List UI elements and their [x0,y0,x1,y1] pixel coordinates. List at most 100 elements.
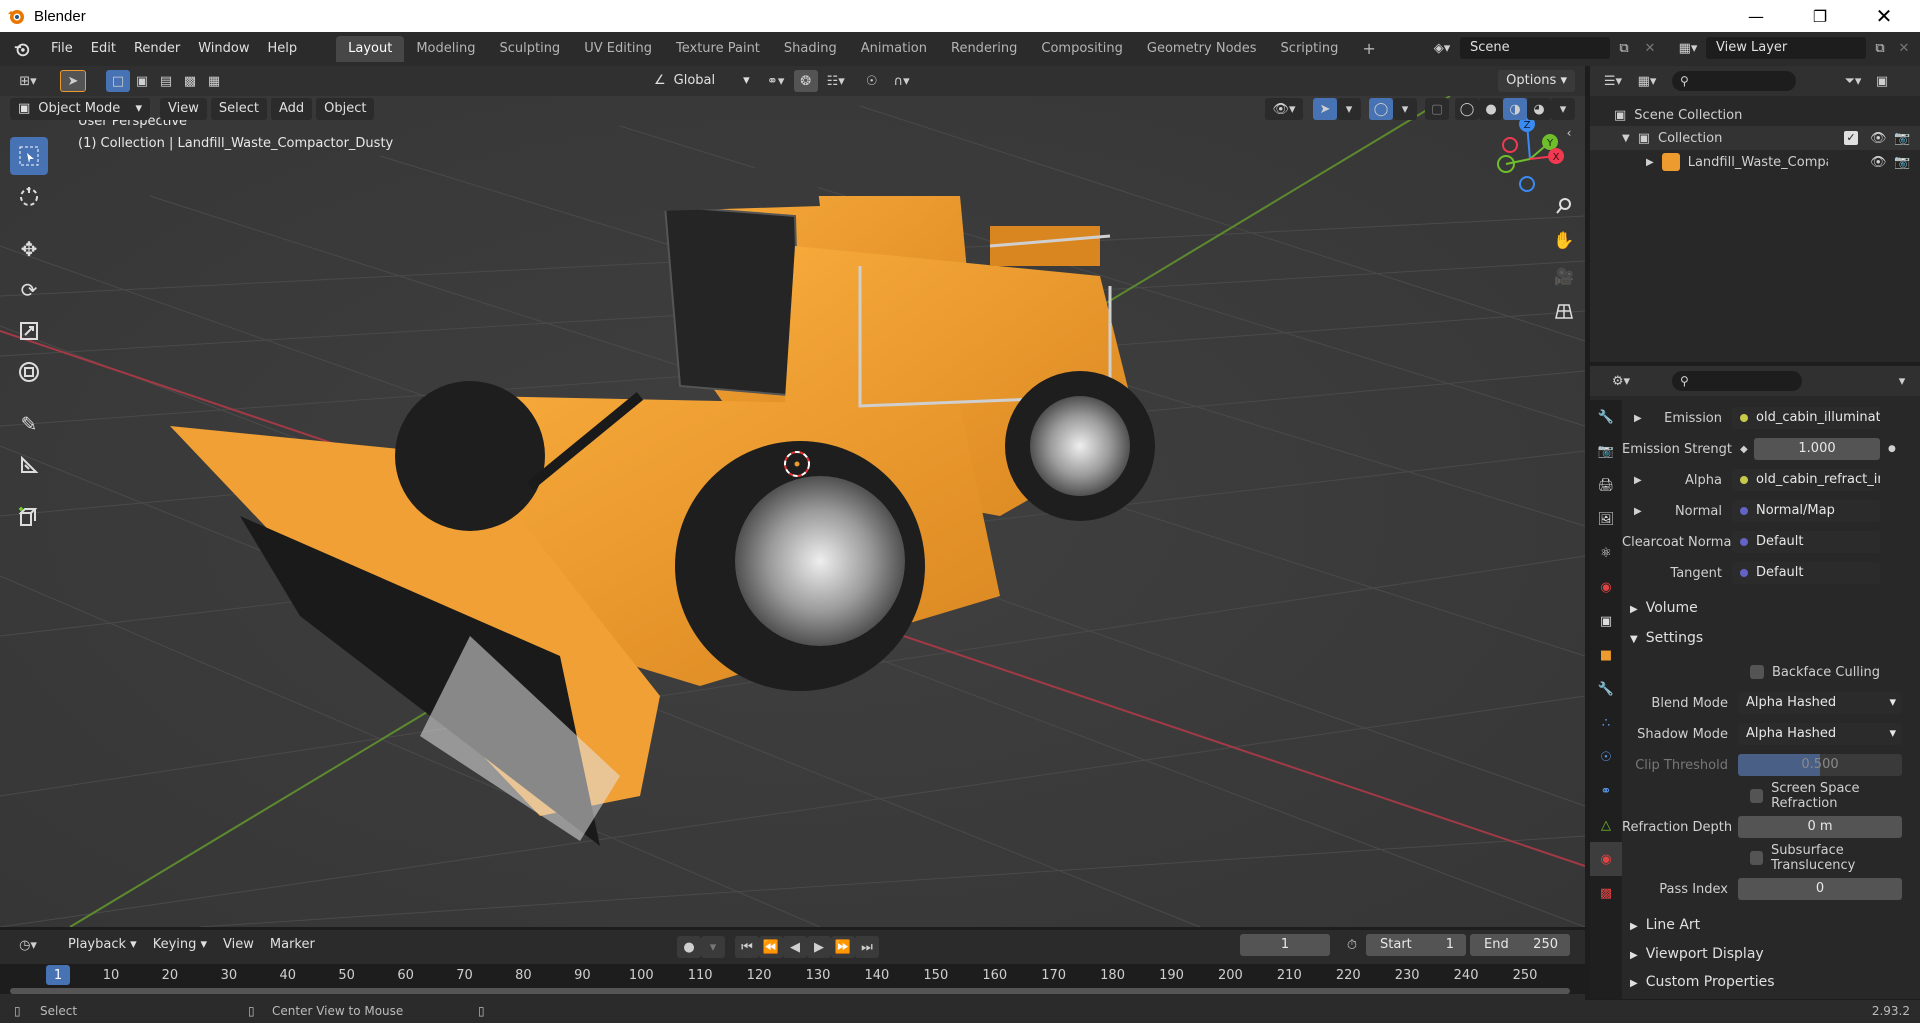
tab-layout[interactable]: Layout [336,36,405,62]
add-workspace-icon[interactable]: + [1350,36,1387,62]
blender-menu-icon[interactable] [12,40,32,58]
menu-window[interactable]: Window [189,37,258,61]
emission-strength-field[interactable]: 1.000 [1754,438,1880,460]
falloff-icon[interactable]: ∩▾ [884,70,920,92]
snap-target-icon[interactable]: ☷▾ [818,70,854,92]
scene-tab-icon[interactable]: ⚛ [1590,536,1622,570]
select-intersect-icon[interactable]: ▦ [202,70,226,92]
alpha-input-field[interactable]: old_cabin_refract_in... [1732,469,1880,491]
world-tab-icon[interactable]: ◉ [1590,570,1622,604]
properties-editor-type-icon[interactable]: ⚙▾ [1604,370,1638,392]
properties-options-icon[interactable]: ▾ [1890,370,1914,392]
refraction-depth-field[interactable]: 0 m [1738,816,1902,838]
outliner-scene-collection[interactable]: ▣ Scene Collection [1614,104,1742,126]
particles-tab-icon[interactable]: ∴ [1590,706,1622,740]
menu-help[interactable]: Help [259,37,307,61]
menu-render[interactable]: Render [125,37,189,61]
options-dropdown[interactable]: Options ▾ [1498,70,1575,92]
keyframe-diamond-icon[interactable]: ◆ [1740,444,1748,455]
tangent-field[interactable]: Default [1732,562,1880,584]
menu-object[interactable]: Object [316,98,375,120]
overlays-options-icon[interactable]: ▾ [1393,98,1417,120]
visibility-icon[interactable]: 👁▾ [1265,98,1303,120]
annotate-tool-icon[interactable]: ✎ [10,405,48,443]
pass-index-field[interactable]: 0 [1738,878,1902,900]
timeline-editor-type-icon[interactable]: ◷▾ [10,934,46,956]
render-camera-icon[interactable]: 📷 [1894,131,1910,146]
view-layer-field[interactable]: View Layer [1706,37,1866,59]
tab-modeling[interactable]: Modeling [404,36,487,62]
expand-arrow-icon[interactable]: ▼ [1622,133,1630,144]
outliner-collection-row[interactable]: ▼ ▣ Collection ✓ 👁 📷 [1590,126,1920,150]
tab-compositing[interactable]: Compositing [1029,36,1135,62]
menu-select[interactable]: Select [210,98,267,120]
solid-shading-icon[interactable]: ● [1479,98,1503,120]
3d-viewport[interactable]: User Perspective (1) Collection | Landfi… [0,96,1585,927]
select-invert-icon[interactable]: ▩ [178,70,202,92]
tab-geometry-nodes[interactable]: Geometry Nodes [1135,36,1269,62]
scene-browse-icon[interactable]: ◈▾ [1424,37,1460,59]
gizmo-options-icon[interactable]: ▾ [1337,98,1361,120]
select-new-icon[interactable]: □ [106,70,130,92]
expand-arrow-icon[interactable]: ▶ [1634,506,1642,517]
section-settings[interactable]: ▼ Settings [1630,626,1703,650]
normal-input-field[interactable]: Normal/Map [1732,500,1880,522]
zoom-icon[interactable] [1549,191,1579,221]
shading-options-icon[interactable]: ▾ [1551,98,1575,120]
pivot-point-icon[interactable]: ⚭▾ [758,70,794,92]
collection-tab-icon[interactable]: ▣ [1590,604,1622,638]
backface-culling-row[interactable]: Backface Culling [1750,660,1920,684]
expand-arrow-icon[interactable]: ▶ [1634,413,1642,424]
animate-dot-icon[interactable]: ● [1888,444,1896,454]
tab-rendering[interactable]: Rendering [939,36,1029,62]
modifier-tab-icon[interactable]: 🔧 [1590,672,1622,706]
exclude-checkbox[interactable]: ✓ [1844,131,1858,145]
section-line-art[interactable]: ▶ Line Art [1630,913,1700,937]
perspective-toggle-icon[interactable] [1549,296,1579,326]
render-tab-icon[interactable]: 📷 [1590,434,1622,468]
rendered-shading-icon[interactable]: ◕ [1527,98,1551,120]
properties-search-input[interactable]: ⚲ [1672,371,1802,391]
tab-animation[interactable]: Animation [849,36,939,62]
subsurface-translucency-checkbox[interactable] [1750,851,1763,865]
play-reverse-icon[interactable]: ◀ [783,936,807,958]
screen-space-refraction-row[interactable]: Screen Space Refraction [1750,781,1920,811]
expand-arrow-icon[interactable]: ▶ [1634,475,1642,486]
eye-icon[interactable]: 👁 [1870,155,1887,170]
pan-hand-icon[interactable]: ✋ [1549,226,1579,256]
constraints-tab-icon[interactable]: ⚭ [1590,774,1622,808]
tab-shading[interactable]: Shading [772,36,849,62]
stopwatch-icon[interactable]: ⏱ [1340,934,1364,956]
display-mode-icon[interactable]: ▦▾ [1630,70,1664,92]
wireframe-shading-icon[interactable]: ◯ [1455,98,1479,120]
material-tab-icon[interactable]: ◉ [1590,842,1622,876]
menu-edit[interactable]: Edit [82,37,125,61]
collapse-sidebar-icon[interactable]: ‹ [1554,118,1584,148]
outliner-search-input[interactable]: ⚲ [1672,71,1796,91]
material-shading-icon[interactable]: ◑ [1503,98,1527,120]
xray-icon[interactable]: ▢ [1425,98,1449,120]
clip-threshold-slider[interactable]: 0.500 [1738,754,1902,776]
move-tool-icon[interactable]: ✥ [10,230,48,268]
backface-culling-checkbox[interactable] [1750,665,1764,679]
select-subtract-icon[interactable]: ▤ [154,70,178,92]
menu-timeline-view[interactable]: View [215,934,262,956]
clearcoat-normal-field[interactable]: Default [1732,531,1880,553]
menu-marker[interactable]: Marker [262,934,323,956]
section-viewport-display[interactable]: ▶ Viewport Display [1630,942,1764,966]
object-mode-dropdown[interactable]: ▣ Object Mode ▾ [10,98,150,120]
jump-end-icon[interactable]: ⏭ [855,936,879,958]
select-tool-icon[interactable]: ➤ [60,70,86,92]
blend-mode-dropdown[interactable]: Alpha Hashed ▾ [1738,692,1902,714]
tab-scripting[interactable]: Scripting [1269,36,1351,62]
screen-space-refraction-checkbox[interactable] [1750,789,1764,803]
outliner-editor-type-icon[interactable]: ☰▾ [1596,70,1630,92]
add-cube-tool-icon[interactable] [10,498,48,536]
proportional-edit-icon[interactable]: ☉ [860,70,884,92]
expand-arrow-icon[interactable]: ▶ [1646,157,1654,168]
rotate-tool-icon[interactable]: ⟳ [10,271,48,309]
output-tab-icon[interactable]: 🖨 [1590,468,1622,502]
shadow-mode-dropdown[interactable]: Alpha Hashed ▾ [1738,723,1902,745]
section-custom-properties[interactable]: ▶ Custom Properties [1630,970,1775,994]
gizmo-toggle-icon[interactable]: ➤ [1313,98,1337,120]
